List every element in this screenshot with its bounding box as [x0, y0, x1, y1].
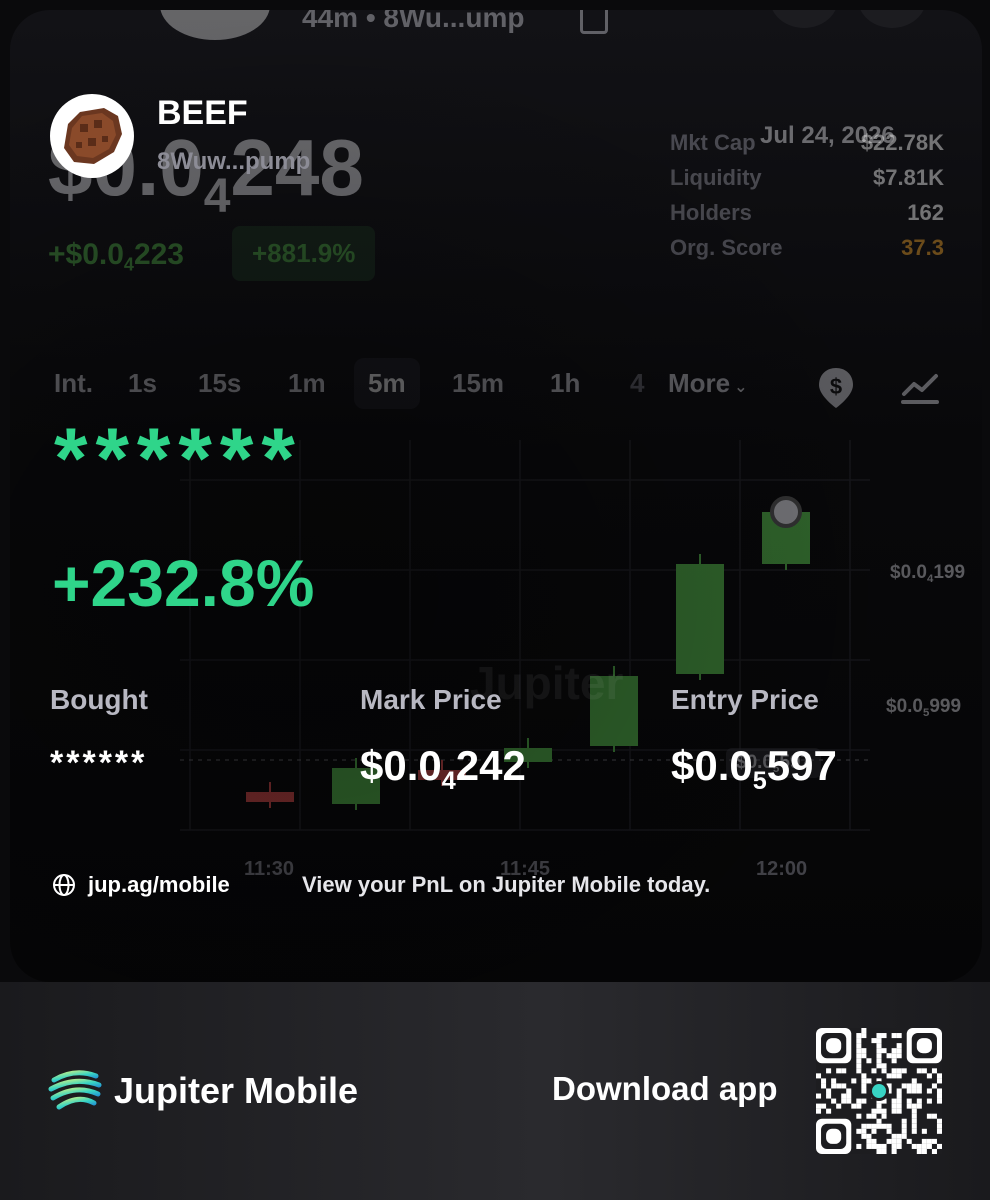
bottom-bar: Jupiter Mobile Download app: [0, 982, 990, 1200]
y-axis-tick: $0.04199: [890, 562, 966, 585]
hidden-pnl-amount: ******: [54, 411, 303, 507]
entry-price-label: Entry Price: [671, 684, 819, 715]
download-app-button[interactable]: Download app: [552, 1070, 778, 1108]
brand-name: Jupiter Mobile: [114, 1070, 359, 1111]
background-menu-button[interactable]: [858, 10, 926, 28]
copy-icon[interactable]: [580, 10, 608, 34]
x-axis-tick: 12:00: [756, 858, 808, 880]
tab-timeframe[interactable]: Int.: [54, 368, 93, 399]
token-name: BEEF: [157, 94, 248, 132]
tab-timeframe[interactable]: 1m: [288, 368, 326, 399]
stat-row: Liquidity $7.81K: [670, 165, 944, 190]
more-dropdown[interactable]: More ⌄: [668, 368, 748, 399]
steak-icon: [64, 108, 122, 164]
pnl-percent: +232.8%: [52, 546, 315, 620]
tab-timeframe[interactable]: 1s: [128, 368, 157, 399]
token-avatar: [50, 94, 134, 178]
jupiter-link[interactable]: jup.ag/mobile: [88, 872, 230, 898]
bought-value: ******: [50, 744, 148, 782]
svg-text:$: $: [830, 374, 842, 399]
token-address: 8Wuw...pump: [157, 148, 311, 175]
chart-line-icon[interactable]: [900, 370, 940, 406]
qr-logo-icon: [872, 1084, 886, 1098]
stat-row: Holders 162: [670, 200, 944, 225]
background-change-percent: +881.9%: [232, 226, 376, 281]
y-axis-tick: $0.05999: [886, 696, 962, 719]
tab-timeframe[interactable]: 1h: [550, 368, 580, 399]
tab-timeframe[interactable]: 4: [630, 368, 644, 399]
tab-timeframe[interactable]: 15m: [452, 368, 504, 399]
promo-tagline: View your PnL on Jupiter Mobile today.: [302, 872, 711, 897]
qr-code[interactable]: [816, 1028, 942, 1154]
tab-timeframe-active[interactable]: 5m: [354, 358, 420, 409]
x-axis-tick: 11:30: [244, 858, 295, 880]
mark-price-label: Mark Price: [360, 684, 502, 715]
last-price-dot: [770, 496, 802, 528]
candle: [676, 564, 724, 674]
mark-price-value: $0.04242: [360, 742, 526, 795]
candle: [246, 792, 294, 802]
background-price-change: +$0.04223: [48, 238, 184, 275]
price-pin-icon[interactable]: $: [816, 366, 856, 410]
bought-label: Bought: [50, 684, 148, 715]
background-header-meta: 44m • 8Wu...ump: [302, 10, 525, 33]
stat-row: Org. Score 37.3: [670, 235, 944, 260]
chevron-down-icon: ⌄: [734, 379, 748, 396]
stat-row: Mkt Cap $22.78K: [670, 130, 944, 155]
background-stats: Mkt Cap $22.78K Liquidity $7.81K Holders 16…: [670, 130, 944, 270]
background-action-button[interactable]: [770, 10, 838, 28]
entry-price-value: $0.05597: [671, 742, 837, 795]
tab-timeframe[interactable]: 15s: [198, 368, 241, 399]
globe-icon: [53, 874, 75, 896]
timeframe-bar: Int. 1s 15s 1m 5m 15m 1h 4 More ⌄ $: [54, 354, 954, 414]
jupiter-logo-icon: [48, 1070, 102, 1110]
background-avatar: [160, 10, 270, 40]
